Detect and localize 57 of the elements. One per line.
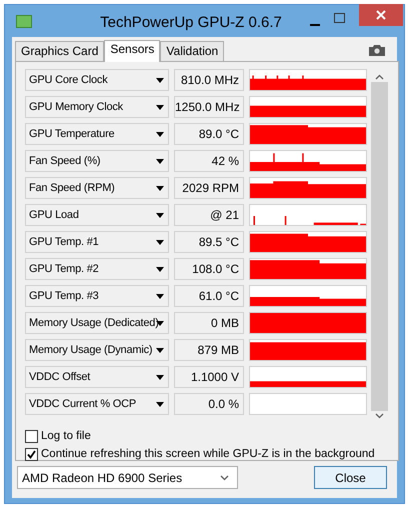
- sensor-value: 810.0 MHz: [174, 69, 244, 91]
- sensor-value: 42 %: [174, 150, 244, 172]
- caret-icon: [156, 402, 164, 406]
- sensor-dropdown[interactable]: Fan Speed (RPM): [25, 177, 169, 199]
- sensor-dropdown[interactable]: Memory Usage (Dedicated): [25, 312, 169, 334]
- sensor-value: 89.0 °C: [174, 123, 244, 145]
- sensor-value: 61.0 °C: [174, 285, 244, 307]
- sensor-dropdown[interactable]: GPU Load: [25, 204, 169, 226]
- tab[interactable]: Sensors: [104, 40, 160, 62]
- checkbox-label[interactable]: Continue refreshing this screen while GPU-Z is in the background: [41, 448, 375, 460]
- caret-icon: [156, 212, 164, 218]
- sensor-value: 1.1000 V: [174, 366, 244, 388]
- sensor-value: 108.0 °C: [174, 258, 244, 280]
- sensor-value: 879 MB: [174, 339, 244, 361]
- checkbox[interactable]: [25, 430, 38, 442]
- close-button[interactable]: [359, 4, 403, 26]
- sensor-dropdown[interactable]: GPU Temp. #1: [25, 231, 169, 253]
- caret-icon: [156, 186, 164, 190]
- sensor-value: 1250.0 MHz: [174, 96, 244, 118]
- caret-icon: [156, 266, 164, 272]
- scroll-up-icon[interactable]: [375, 74, 384, 80]
- device-value: AMD Radeon HD 6900 Series: [22, 470, 184, 484]
- sensor-dropdown[interactable]: GPU Temperature: [25, 123, 169, 145]
- scroll-down-icon[interactable]: [375, 413, 384, 419]
- caret-icon: [156, 294, 164, 298]
- sensor-dropdown[interactable]: VDDC Offset: [25, 366, 169, 388]
- close-button[interactable]: Close: [314, 466, 387, 489]
- caret-icon: [156, 240, 164, 244]
- sensor-value: 2029 RPM: [174, 177, 244, 199]
- sensor-dropdown[interactable]: GPU Temp. #2: [25, 258, 169, 280]
- caret-icon: [156, 78, 164, 82]
- window-title: TechPowerUp GPU-Z 0.6.7: [99, 13, 283, 31]
- chevron-icon: [220, 474, 229, 480]
- sensor-value: 0.0 %: [174, 393, 244, 415]
- sensor-value: 89.5 °C: [174, 231, 244, 253]
- tab[interactable]: Graphics Card: [15, 41, 104, 61]
- caret-icon: [156, 132, 164, 136]
- tab[interactable]: Validation: [160, 41, 224, 61]
- sensor-dropdown[interactable]: GPU Temp. #3: [25, 285, 169, 307]
- checkbox[interactable]: [25, 448, 38, 460]
- caret-icon: [156, 158, 164, 164]
- sensor-value: 0 MB: [174, 312, 244, 334]
- sensor-dropdown[interactable]: Fan Speed (%): [25, 150, 169, 172]
- camera-icon[interactable]: [369, 45, 385, 56]
- caret-icon: [156, 104, 164, 110]
- device-select[interactable]: AMD Radeon HD 6900 Series: [17, 466, 238, 489]
- sensor-dropdown[interactable]: GPU Core Clock: [25, 69, 169, 91]
- caret-icon: [156, 348, 164, 352]
- maximize-icon[interactable]: [334, 13, 345, 23]
- caret-icon: [156, 374, 164, 380]
- sensor-dropdown[interactable]: VDDC Current % OCP: [25, 393, 169, 415]
- sensor-dropdown[interactable]: GPU Memory Clock: [25, 96, 169, 118]
- app-icon: [16, 15, 32, 28]
- close-icon: [376, 10, 386, 20]
- sensor-dropdown[interactable]: Memory Usage (Dynamic): [25, 339, 169, 361]
- checkbox-label[interactable]: Log to file: [41, 430, 91, 442]
- sensor-value: @ 21: [174, 204, 244, 226]
